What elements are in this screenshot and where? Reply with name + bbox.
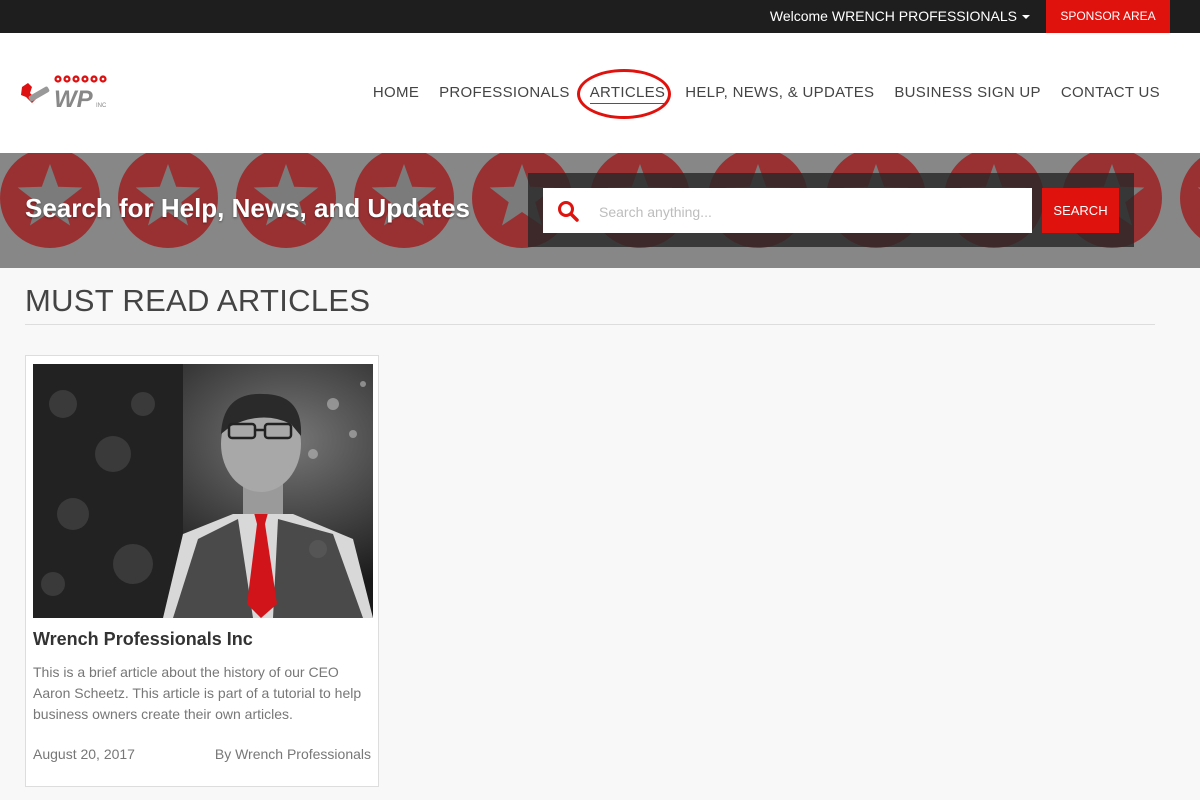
- section-title: MUST READ ARTICLES: [25, 283, 371, 318]
- nav-item-help-news-updates[interactable]: HELP, NEWS, & UPDATES: [685, 83, 874, 105]
- article-author: By Wrench Professionals: [214, 746, 371, 762]
- logo[interactable]: WP INC: [18, 73, 112, 113]
- hero-title: Search for Help, News, and Updates: [25, 193, 471, 223]
- nav-item-home[interactable]: HOME: [373, 83, 419, 105]
- article-card[interactable]: Wrench Professionals Inc This is a brief…: [25, 355, 379, 787]
- nav-item-articles-wrap: ARTICLES: [576, 69, 671, 119]
- site-header: WP INC HOME PROFESSIONALS ARTICLES HELP,…: [0, 33, 1200, 153]
- article-image[interactable]: [33, 364, 373, 618]
- search-panel: SEARCH: [528, 173, 1134, 247]
- article-date: August 20, 2017: [33, 746, 135, 762]
- search-input[interactable]: [597, 188, 1021, 235]
- sponsor-area-button[interactable]: SPONSOR AREA: [1046, 0, 1170, 33]
- caret-down-icon: [1022, 15, 1030, 20]
- search-box: [543, 188, 1032, 235]
- search-button[interactable]: SEARCH: [1042, 188, 1119, 233]
- search-icon: [558, 201, 579, 222]
- nav-item-professionals[interactable]: PROFESSIONALS: [439, 83, 570, 105]
- nav-item-articles[interactable]: ARTICLES: [589, 84, 666, 104]
- svg-text:WP: WP: [54, 86, 94, 113]
- welcome-dropdown[interactable]: Welcome WRENCH PROFESSIONALS: [770, 0, 1030, 33]
- divider: [25, 324, 1155, 325]
- top-bar: Welcome WRENCH PROFESSIONALS SPONSOR ARE…: [0, 0, 1200, 33]
- article-excerpt: This is a brief article about the histor…: [33, 664, 362, 722]
- nav-item-contact-us[interactable]: CONTACT US: [1061, 83, 1160, 105]
- svg-text:INC: INC: [96, 103, 107, 109]
- article-title[interactable]: Wrench Professionals Inc: [33, 629, 253, 650]
- hero-banner: Search for Help, News, and Updates SEARC…: [0, 153, 1200, 268]
- main-nav: HOME PROFESSIONALS ARTICLES HELP, NEWS, …: [353, 69, 1160, 119]
- welcome-label: Welcome WRENCH PROFESSIONALS: [769, 8, 1017, 24]
- nav-item-business-sign-up[interactable]: BUSINESS SIGN UP: [894, 83, 1041, 105]
